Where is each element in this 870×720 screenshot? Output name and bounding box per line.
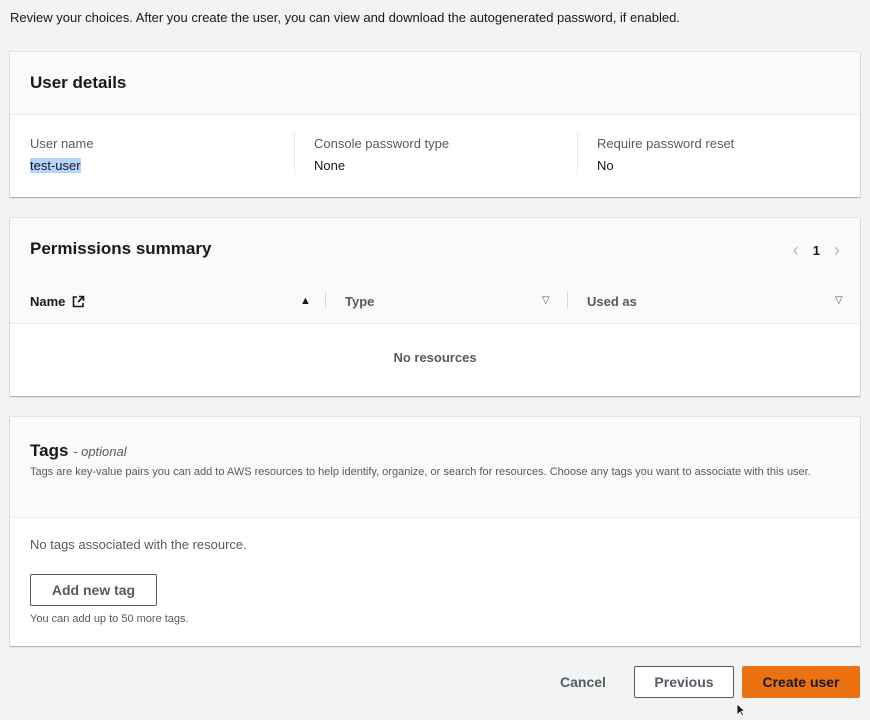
column-separator (325, 292, 326, 308)
detail-user-name: User name test-user (30, 136, 94, 173)
detail-console-password-type: Console password type None (314, 136, 449, 173)
console-password-type-label: Console password type (314, 136, 450, 151)
create-user-button[interactable]: Create user (742, 666, 860, 698)
tags-limit-text: You can add up to 50 more tags. (30, 613, 189, 625)
tags-header: Tags - optional Tags are key-value pairs… (10, 417, 860, 518)
previous-button[interactable]: Previous (634, 666, 734, 698)
user-details-header: User details (10, 52, 860, 115)
column-header-type[interactable]: Type (345, 294, 374, 309)
pagination: ‹ 1 › (793, 240, 840, 261)
chevron-right-icon[interactable]: › (834, 240, 840, 261)
mouse-cursor-icon (736, 703, 746, 717)
external-link-icon (72, 295, 85, 308)
permissions-title: Permissions summary (30, 239, 212, 258)
permissions-summary-panel: Permissions summary ‹ 1 › Name ▲ Type ▽ … (10, 218, 860, 396)
console-password-type-value: None (314, 158, 346, 173)
column-name-label: Name (30, 294, 66, 309)
add-new-tag-button[interactable]: Add new tag (30, 574, 157, 606)
detail-require-password-reset: Require password reset No (597, 136, 734, 173)
user-name-label: User name (30, 136, 94, 151)
require-password-reset-value: No (597, 158, 614, 173)
user-name-text[interactable]: test-user (30, 158, 81, 173)
column-divider (294, 132, 295, 174)
require-password-reset-label: Require password reset (597, 136, 735, 151)
tags-title-text: Tags (30, 441, 69, 460)
caret-down-icon[interactable]: ▽ (835, 295, 843, 306)
page-description: Review your choices. After you create th… (10, 10, 680, 25)
tags-optional-label: - optional (73, 444, 127, 459)
tags-panel: Tags - optional Tags are key-value pairs… (10, 417, 860, 646)
page-number[interactable]: 1 (813, 243, 820, 258)
empty-state: No resources (393, 350, 477, 365)
column-separator (567, 292, 568, 308)
column-header-name[interactable]: Name (30, 294, 85, 309)
user-details-panel: User details User name test-user Console… (10, 52, 860, 197)
caret-down-icon[interactable]: ▽ (542, 295, 550, 306)
user-details-title: User details (30, 73, 127, 92)
chevron-left-icon[interactable]: ‹ (793, 240, 799, 261)
column-header-used-as[interactable]: Used as (587, 294, 637, 309)
tags-title: Tags - optional (30, 441, 127, 461)
permissions-header: Permissions summary ‹ 1 › Name ▲ Type ▽ … (10, 218, 860, 324)
cancel-button[interactable]: Cancel (552, 666, 614, 698)
no-tags-text: No tags associated with the resource. (30, 537, 247, 552)
caret-up-icon[interactable]: ▲ (300, 295, 311, 307)
column-divider (577, 132, 578, 174)
user-name-value[interactable]: test-user (30, 158, 94, 173)
tags-description: Tags are key-value pairs you can add to … (30, 466, 811, 478)
